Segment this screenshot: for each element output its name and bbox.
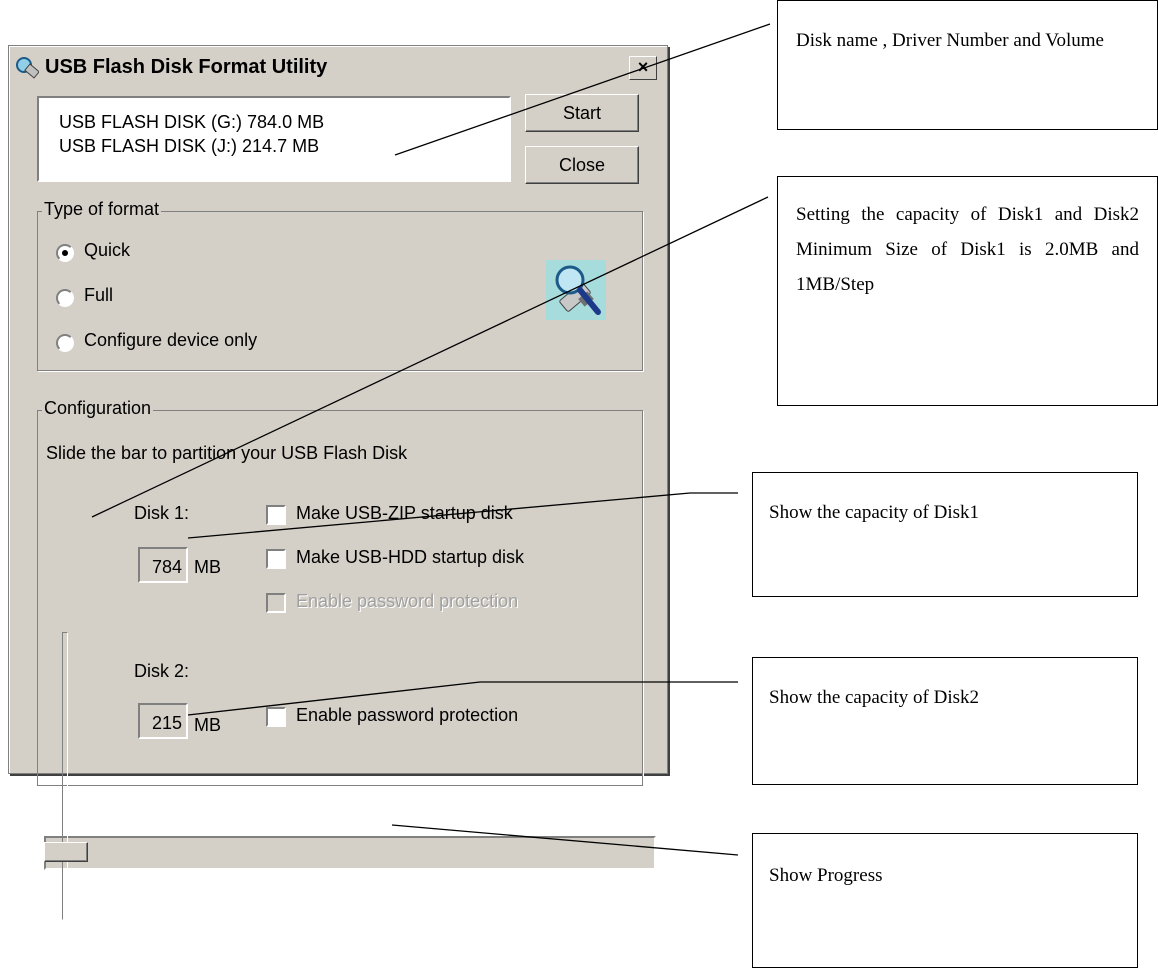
leader-capacity: [91, 196, 769, 518]
leader-disk-name: [394, 23, 771, 156]
leader-progress: [391, 824, 739, 856]
leader-disk1: [187, 492, 738, 539]
page: { "window": { "title": "USB Flash Disk F…: [0, 0, 1158, 976]
callout-leader-lines: [91, 23, 771, 856]
leader-disk2: [187, 681, 738, 716]
